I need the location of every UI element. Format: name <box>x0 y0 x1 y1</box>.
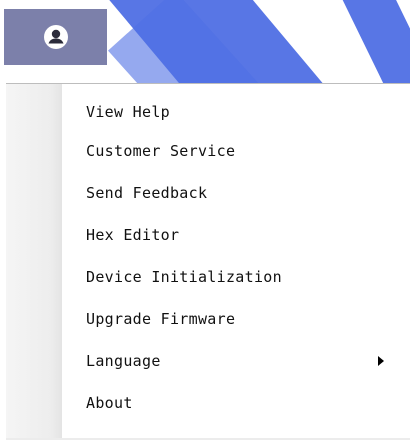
chevron-right-icon <box>378 356 384 366</box>
background-stripe <box>336 0 410 95</box>
user-dropdown-menu: View Help Customer Service Send Feedback… <box>6 83 410 440</box>
menu-item-label: About <box>86 394 133 412</box>
menu-list: View Help Customer Service Send Feedback… <box>6 84 410 424</box>
menu-item-label: Send Feedback <box>86 184 208 202</box>
menu-item-send-feedback[interactable]: Send Feedback <box>6 172 410 214</box>
menu-item-label: Hex Editor <box>86 226 180 244</box>
menu-item-upgrade-firmware[interactable]: Upgrade Firmware <box>6 298 410 340</box>
menu-item-customer-service[interactable]: Customer Service <box>6 130 410 172</box>
menu-item-label: Language <box>86 352 161 370</box>
menu-item-view-help[interactable]: View Help <box>6 84 410 130</box>
menu-item-label: View Help <box>86 103 170 121</box>
menu-item-label: Device Initialization <box>86 268 282 286</box>
menu-item-device-initialization[interactable]: Device Initialization <box>6 256 410 298</box>
menu-item-about[interactable]: About <box>6 382 410 424</box>
menu-item-hex-editor[interactable]: Hex Editor <box>6 214 410 256</box>
menu-item-label: Customer Service <box>86 142 236 160</box>
user-avatar-icon <box>43 25 68 49</box>
user-menu-button[interactable] <box>4 9 107 65</box>
menu-item-language[interactable]: Language <box>6 340 410 382</box>
menu-item-label: Upgrade Firmware <box>86 310 236 328</box>
